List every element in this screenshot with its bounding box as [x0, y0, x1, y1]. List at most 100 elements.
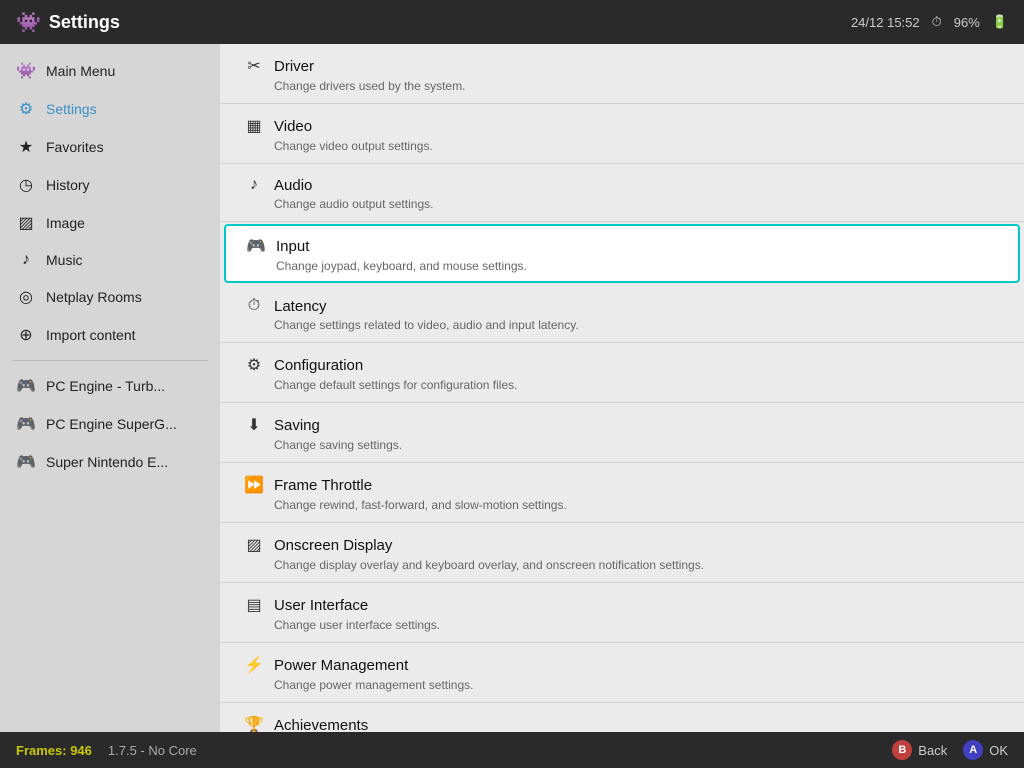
sidebar-item-favorites[interactable]: ★ Favorites — [0, 128, 220, 166]
frame-throttle-desc: Change rewind, fast-forward, and slow-mo… — [244, 498, 1000, 512]
user-interface-title: User Interface — [274, 597, 368, 614]
power-management-title: Power Management — [274, 657, 408, 674]
power-management-desc: Change power management settings. — [244, 678, 1000, 692]
driver-desc: Change drivers used by the system. — [244, 79, 1000, 93]
configuration-settings-icon: ⚙ — [244, 355, 264, 375]
pc-engine-superg-icon: 🎮 — [16, 414, 36, 434]
sidebar-label-history: History — [46, 177, 90, 193]
sidebar-item-netplay[interactable]: ◎ Netplay Rooms — [0, 278, 220, 316]
power-management-settings-icon: ⚡ — [244, 655, 264, 675]
settings-item-header-achievements: 🏆Achievements — [244, 715, 1000, 732]
onscreen-display-desc: Change display overlay and keyboard over… — [244, 558, 1000, 572]
video-settings-icon: ▦ — [244, 116, 264, 136]
settings-item-achievements[interactable]: 🏆AchievementsChange achievement settings… — [220, 703, 1024, 732]
top-bar: 👾 Settings 24/12 15:52 ⏱ 96% 🔋 — [0, 0, 1024, 44]
settings-item-header-saving: ⬇ Saving — [244, 415, 1000, 435]
configuration-desc: Change default settings for configuratio… — [244, 378, 1000, 392]
settings-item-audio[interactable]: ♪AudioChange audio output settings. — [220, 164, 1024, 222]
settings-content: ✂ Driver Change drivers used by the system… — [220, 44, 1024, 732]
sidebar-item-settings[interactable]: ⚙ Settings — [0, 90, 220, 128]
settings-item-header-onscreen-display: ▨Onscreen Display — [244, 535, 1000, 555]
settings-item-video[interactable]: ▦ Video Change video output settings. — [220, 104, 1024, 164]
version-label: 1.7.5 - No Core — [108, 743, 197, 758]
sidebar-item-history[interactable]: ◷History — [0, 166, 220, 204]
battery-level: 96% — [954, 15, 980, 30]
netplay-icon: ◎ — [16, 287, 36, 307]
sidebar-item-import[interactable]: ⊕Import content — [0, 316, 220, 354]
settings-item-header-configuration: ⚙Configuration — [244, 355, 1000, 375]
sidebar: 👾Main Menu ⚙ Settings ★ Favorites ◷History ▨ Im… — [0, 44, 220, 732]
settings-item-saving[interactable]: ⬇ Saving Change saving settings. — [220, 403, 1024, 463]
sidebar-label-settings: Settings — [46, 101, 97, 117]
latency-desc: Change settings related to video, audio … — [244, 318, 1000, 332]
sidebar-nav: 👾Main Menu ⚙ Settings ★ Favorites ◷History ▨ Im… — [0, 52, 220, 354]
video-title: Video — [274, 118, 312, 135]
sidebar-item-pc-engine-superg[interactable]: 🎮 PC Engine SuperG... — [0, 405, 220, 443]
input-desc: Change joypad, keyboard, and mouse setti… — [246, 259, 998, 273]
user-interface-settings-icon: ▤ — [244, 595, 264, 615]
clock-icon: ⏱ — [932, 14, 942, 30]
settings-item-frame-throttle[interactable]: ⏩Frame Throttle Change rewind, fast-forwa… — [220, 463, 1024, 523]
latency-settings-icon: ⏱ — [244, 297, 264, 315]
settings-icon: ⚙ — [16, 99, 36, 119]
sidebar-item-main-menu[interactable]: 👾Main Menu — [0, 52, 220, 90]
sidebar-label-netplay: Netplay Rooms — [46, 289, 142, 305]
ok-label: OK — [989, 743, 1008, 758]
saving-desc: Change saving settings. — [244, 438, 1000, 452]
video-desc: Change video output settings. — [244, 139, 1000, 153]
page-title: Settings — [49, 12, 851, 33]
back-button[interactable]: B Back — [892, 740, 947, 760]
settings-item-onscreen-display[interactable]: ▨Onscreen Display Change display overlay … — [220, 523, 1024, 583]
settings-item-configuration[interactable]: ⚙Configuration Change default settings fo… — [220, 343, 1024, 403]
settings-item-driver[interactable]: ✂ Driver Change drivers used by the system… — [220, 44, 1024, 104]
main-layout: 👾Main Menu ⚙ Settings ★ Favorites ◷History ▨ Im… — [0, 44, 1024, 732]
battery-icon: 🔋 — [992, 14, 1008, 30]
input-settings-icon: 🎮 — [246, 236, 266, 256]
settings-item-header-driver: ✂ Driver — [244, 56, 1000, 76]
sidebar-item-super-nintendo[interactable]: 🎮 Super Nintendo E... — [0, 443, 220, 481]
image-icon: ▨ — [16, 213, 36, 233]
sidebar-label-pc-engine-superg: PC Engine SuperG... — [46, 416, 177, 432]
audio-title: Audio — [274, 177, 312, 194]
pc-engine-turb-icon: 🎮 — [16, 376, 36, 396]
app-icon: 👾 — [16, 10, 41, 35]
settings-item-input[interactable]: 🎮 Input Change joypad, keyboard, and mouse… — [224, 224, 1020, 283]
sidebar-item-pc-engine-turb[interactable]: 🎮 PC Engine - Turb... — [0, 367, 220, 405]
onscreen-display-settings-icon: ▨ — [244, 535, 264, 555]
bottom-bar: Frames: 946 1.7.5 - No Core B Back A OK — [0, 732, 1024, 768]
frame-throttle-settings-icon: ⏩ — [244, 475, 264, 495]
ok-button[interactable]: A OK — [963, 740, 1008, 760]
settings-item-header-user-interface: ▤ User Interface — [244, 595, 1000, 615]
sidebar-item-image[interactable]: ▨ Image — [0, 204, 220, 242]
favorites-icon: ★ — [16, 137, 36, 157]
bottom-bar-actions: B Back A OK — [892, 740, 1008, 760]
latency-title: Latency — [274, 298, 327, 315]
sidebar-label-favorites: Favorites — [46, 139, 104, 155]
settings-item-header-power-management: ⚡ Power Management — [244, 655, 1000, 675]
settings-item-latency[interactable]: ⏱ Latency Change settings related to video… — [220, 285, 1024, 343]
settings-item-power-management[interactable]: ⚡ Power Management Change power management… — [220, 643, 1024, 703]
driver-settings-icon: ✂ — [244, 56, 264, 76]
a-button-icon: A — [963, 740, 983, 760]
sidebar-item-music[interactable]: ♪Music — [0, 242, 220, 278]
sidebar-label-import: Import content — [46, 327, 136, 343]
sidebar-divider — [12, 360, 208, 361]
settings-item-user-interface[interactable]: ▤User InterfaceChange user interface set… — [220, 583, 1024, 643]
settings-item-header-input: 🎮 Input — [246, 236, 998, 256]
sidebar-label-super-nintendo: Super Nintendo E... — [46, 454, 168, 470]
saving-settings-icon: ⬇ — [244, 415, 264, 435]
sidebar-consoles: 🎮 PC Engine - Turb... 🎮 PC Engine SuperG...… — [0, 367, 220, 481]
main-menu-icon: 👾 — [16, 61, 36, 81]
settings-item-header-audio: ♪ Audio — [244, 176, 1000, 194]
input-title: Input — [276, 238, 309, 255]
sidebar-label-image: Image — [46, 215, 85, 231]
sidebar-label-pc-engine-turb: PC Engine - Turb... — [46, 378, 165, 394]
audio-settings-icon: ♪ — [244, 176, 264, 194]
settings-item-header-video: ▦ Video — [244, 116, 1000, 136]
top-bar-right: 24/12 15:52 ⏱ 96% 🔋 — [851, 14, 1008, 30]
driver-title: Driver — [274, 58, 314, 75]
super-nintendo-icon: 🎮 — [16, 452, 36, 472]
music-icon: ♪ — [16, 251, 36, 269]
saving-title: Saving — [274, 417, 320, 434]
settings-item-header-frame-throttle: ⏩Frame Throttle — [244, 475, 1000, 495]
